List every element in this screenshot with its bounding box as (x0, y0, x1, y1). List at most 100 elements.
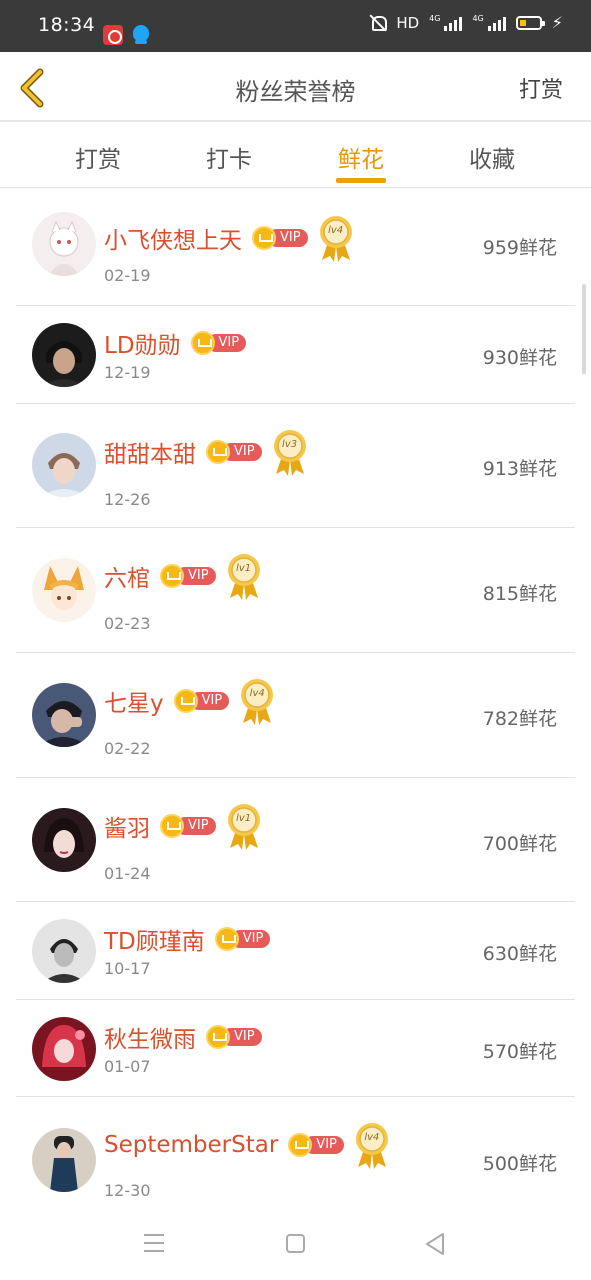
list-item[interactable]: LD勋勋 VIP 12-19 930鲜花 (16, 306, 575, 404)
level-label: lv4 (328, 225, 344, 236)
vip-badge: VIP (206, 440, 262, 464)
crown-icon (160, 814, 184, 838)
user-name: 甜甜本甜 (104, 442, 196, 468)
flower-count: 959鲜花 (482, 237, 557, 259)
menu-icon[interactable] (144, 1234, 164, 1252)
level-label: lv1 (236, 563, 252, 574)
name-line: 酱羽 VIP lv1 (104, 802, 262, 850)
name-line: LD勋勋 VIP (104, 326, 247, 360)
level-label: lv4 (249, 688, 265, 699)
flower-count: 500鲜花 (482, 1153, 557, 1175)
row-date: 01-07 (104, 1057, 151, 1076)
user-name: TD顾瑾南 (104, 929, 205, 955)
user-name: 小飞侠想上天 (104, 228, 242, 254)
name-line: SeptemberStar VIP lv4 (104, 1121, 390, 1169)
list-item[interactable]: 小飞侠想上天 VIP lv4 02-19 959鲜花 (16, 188, 575, 306)
tab-reward[interactable]: 打赏 (53, 140, 143, 174)
vip-badge: VIP (252, 226, 308, 250)
user-name: 七星y (104, 691, 164, 717)
network-label-1: 4G (429, 13, 441, 23)
flower-count: 782鲜花 (482, 708, 557, 730)
vip-badge: VIP (173, 689, 230, 713)
avatar (32, 558, 96, 622)
flower-count: 815鲜花 (482, 583, 557, 605)
level-medal-icon: lv4 (318, 214, 354, 262)
signal-icon-1: 4G (429, 13, 463, 31)
tab-collect[interactable]: 收藏 (447, 140, 537, 174)
hd-label: HD (396, 13, 420, 32)
vip-badge: VIP (288, 1133, 344, 1157)
crown-icon (252, 226, 276, 250)
list-item[interactable]: SeptemberStar VIP lv4 12-30 500鲜花 (16, 1097, 575, 1207)
user-name: SeptemberStar (104, 1132, 279, 1158)
level-medal-icon: lv3 (272, 428, 308, 476)
active-tab-indicator (336, 178, 386, 183)
nav-bar: 粉丝荣誉榜 打赏 (0, 52, 591, 122)
user-name: 六棺 (104, 566, 150, 592)
flower-count: 930鲜花 (482, 347, 557, 369)
row-date: 10-17 (104, 959, 151, 978)
scrollbar[interactable] (582, 284, 586, 374)
flower-count: 913鲜花 (482, 458, 557, 480)
avatar (32, 808, 96, 872)
back-triangle-icon[interactable] (425, 1232, 445, 1256)
page-title: 粉丝荣誉榜 (235, 78, 356, 106)
qq-notification-icon (132, 24, 150, 46)
mute-icon (370, 14, 388, 32)
reward-button[interactable]: 打赏 (519, 72, 563, 104)
status-bar: 18:34 HD 4G 4G ⚡ (0, 0, 591, 52)
level-label: lv1 (236, 813, 252, 824)
name-line: 六棺 VIP lv1 (104, 552, 262, 600)
list-item[interactable]: 六棺 VIP lv1 02-23 815鲜花 (16, 528, 575, 653)
list-item[interactable]: TD顾瑾南 VIP 10-17 630鲜花 (16, 902, 575, 1000)
flower-count: 630鲜花 (482, 943, 557, 965)
avatar (32, 919, 96, 983)
level-medal-icon: lv1 (226, 552, 262, 600)
home-icon[interactable] (286, 1234, 305, 1253)
crown-icon (206, 1025, 230, 1049)
avatar (32, 433, 96, 497)
avatar (32, 323, 96, 387)
user-name: 秋生微雨 (104, 1027, 196, 1053)
vip-badge: VIP (160, 564, 216, 588)
list-item[interactable]: 秋生微雨 VIP 01-07 570鲜花 (16, 1000, 575, 1097)
level-medal-icon: lv1 (226, 802, 262, 850)
network-label-2: 4G (472, 13, 484, 23)
user-name: LD勋勋 (104, 333, 181, 359)
crown-icon (160, 564, 184, 588)
level-label: lv3 (282, 439, 298, 450)
vip-badge: VIP (190, 331, 247, 355)
row-date: 01-24 (104, 864, 151, 883)
vip-badge: VIP (206, 1025, 262, 1049)
system-nav-bar (0, 1220, 591, 1280)
vip-badge: VIP (160, 814, 216, 838)
row-date: 12-19 (104, 363, 151, 382)
status-time: 18:34 (38, 14, 96, 36)
name-line: TD顾瑾南 VIP (104, 922, 271, 956)
battery-icon (515, 15, 545, 30)
crown-icon (206, 440, 230, 464)
flower-count: 570鲜花 (482, 1041, 557, 1063)
level-medal-icon: lv4 (239, 677, 275, 725)
avatar (32, 1017, 96, 1081)
tab-flowers[interactable]: 鲜花 (316, 140, 406, 174)
crown-icon (288, 1133, 313, 1157)
crown-icon (190, 331, 215, 355)
list-item[interactable]: 甜甜本甜 VIP lv3 12-26 913鲜花 (16, 404, 575, 528)
list-item[interactable]: 七星y VIP lv4 02-22 782鲜花 (16, 653, 575, 778)
tab-checkin[interactable]: 打卡 (184, 140, 274, 174)
name-line: 小飞侠想上天 VIP lv4 (104, 214, 354, 262)
row-date: 12-30 (104, 1181, 151, 1200)
row-date: 02-23 (104, 614, 151, 633)
status-indicators: HD 4G 4G ⚡ (370, 13, 563, 32)
crown-icon (173, 689, 198, 713)
row-date: 02-19 (104, 266, 151, 285)
row-date: 02-22 (104, 739, 151, 758)
name-line: 秋生微雨 VIP (104, 1020, 262, 1054)
list-item[interactable]: 酱羽 VIP lv1 01-24 700鲜花 (16, 778, 575, 902)
crown-icon (214, 927, 239, 951)
vip-badge: VIP (214, 927, 271, 951)
avatar (32, 683, 96, 747)
level-medal-icon: lv4 (354, 1121, 390, 1169)
flower-count: 700鲜花 (482, 833, 557, 855)
